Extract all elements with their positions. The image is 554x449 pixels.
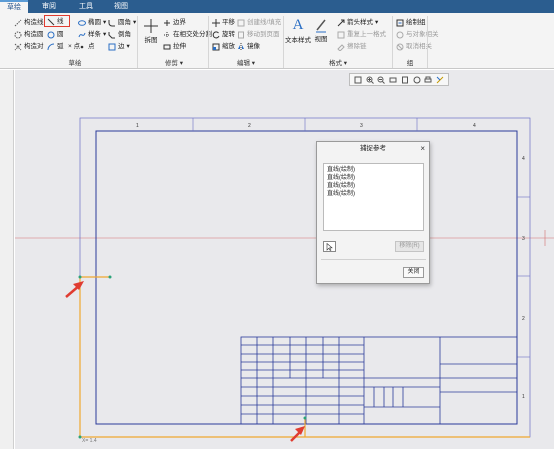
refit-icon[interactable]	[354, 76, 362, 84]
list-item[interactable]: 直线(绘制)	[327, 182, 420, 190]
zone-label-top-1: 1	[136, 123, 139, 129]
reference-list[interactable]: 直线(绘制) 直线(绘制) 直线(绘制) 直线(绘制)	[323, 163, 424, 231]
zone-label-right-1: 1	[522, 394, 525, 400]
zone-label-right-4: 4	[522, 156, 525, 162]
remove-button[interactable]: 移除(R)	[395, 241, 424, 252]
close-button[interactable]: 关闭	[403, 267, 424, 278]
snap-point	[303, 416, 307, 420]
display-style-icon[interactable]	[413, 76, 421, 84]
list-item[interactable]: 直线(绘制)	[327, 174, 420, 182]
print-icon[interactable]	[424, 76, 432, 84]
zone-label-right-2: 2	[522, 316, 525, 322]
dialog-divider	[321, 259, 426, 260]
pan-icon[interactable]	[389, 76, 397, 84]
view-toolbar	[349, 73, 449, 86]
snap-point	[78, 275, 82, 279]
zone-label-top-2: 2	[248, 123, 251, 129]
annotation-arrow-icon	[65, 281, 84, 298]
outer-sheet-border	[79, 117, 531, 438]
zoom-out-icon[interactable]	[377, 76, 386, 84]
zone-label-top-3: 3	[360, 123, 363, 129]
select-reference-button[interactable]	[323, 241, 336, 252]
zone-label-top-4: 4	[473, 123, 476, 129]
coordinate-readout: X= 1.4	[82, 438, 97, 444]
datum-display-icon[interactable]	[436, 76, 444, 84]
inner-frame	[95, 130, 518, 425]
snap-reference-dialog: 捕捉参考 × 直线(绘制) 直线(绘制) 直线(绘制) 直线(绘制) 移除(R)…	[316, 141, 430, 284]
annotation-arrow-icon	[290, 426, 305, 442]
close-icon[interactable]: ×	[420, 142, 425, 156]
zoom-in-icon[interactable]	[366, 76, 374, 84]
snap-point	[108, 275, 112, 279]
repaint-icon[interactable]	[401, 76, 409, 84]
dialog-title: 捕捉参考	[360, 145, 386, 152]
cursor-arrow-icon	[326, 242, 333, 251]
list-item[interactable]: 直线(绘制)	[327, 190, 420, 198]
zone-label-right-3: 3	[522, 236, 525, 242]
drawing-sheet: 1 2 3 4 4 3 2 1	[15, 117, 554, 442]
list-item[interactable]: 直线(绘制)	[327, 166, 420, 174]
title-block	[240, 336, 518, 425]
